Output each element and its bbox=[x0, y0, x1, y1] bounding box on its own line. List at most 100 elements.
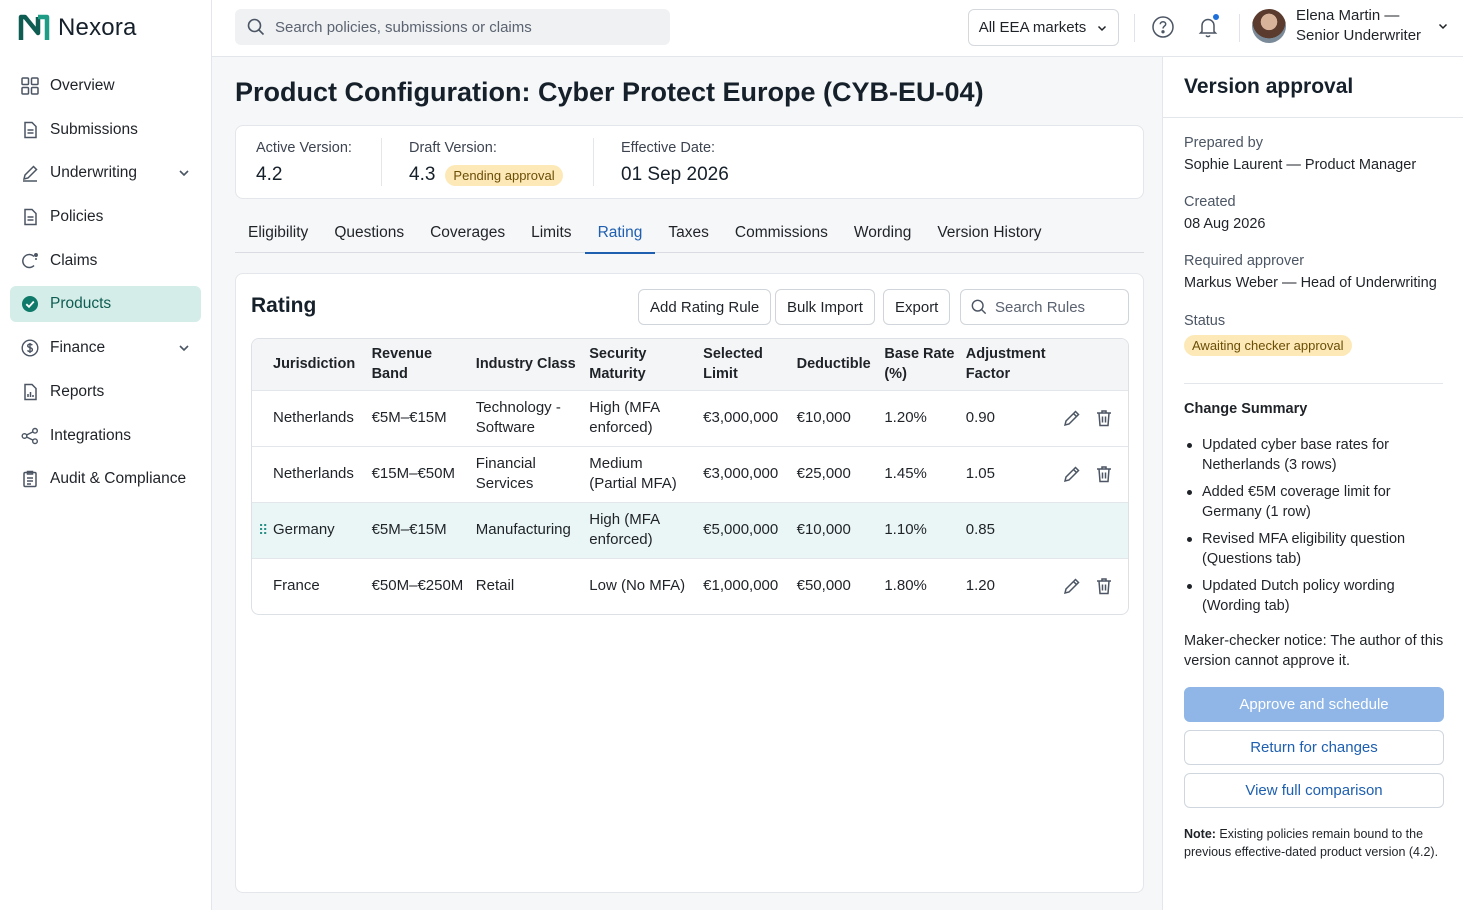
clipboard-icon bbox=[20, 469, 40, 489]
col-selected-limit[interactable]: Selected Limit bbox=[699, 339, 792, 390]
cell-industry-class: Retail bbox=[475, 577, 515, 595]
rating-title: Rating bbox=[251, 294, 317, 317]
tab-version-history[interactable]: Version History bbox=[924, 217, 1054, 253]
draft-version-label: Draft Version: bbox=[409, 140, 497, 156]
search-icon bbox=[971, 299, 987, 315]
table-row[interactable]: ⠿ Germany €5M–€15M Manufacturing High (M… bbox=[252, 502, 1128, 558]
table-row[interactable]: France €50M–€250M Retail Low (No MFA) €1… bbox=[252, 558, 1128, 614]
market-selector[interactable]: All EEA markets bbox=[968, 9, 1119, 46]
cell-deductible: €10,000 bbox=[796, 409, 851, 426]
sidebar-item-label: Policies bbox=[50, 208, 104, 226]
chevron-down-icon[interactable] bbox=[177, 341, 191, 355]
prepared-by: Prepared by Sophie Laurent — Product Man… bbox=[1184, 135, 1416, 173]
tab-commissions[interactable]: Commissions bbox=[722, 217, 841, 253]
col-deductible[interactable]: Deductible bbox=[793, 339, 881, 390]
sidebar-item-label: Audit & Compliance bbox=[50, 470, 187, 488]
tab-eligibility[interactable]: Eligibility bbox=[235, 217, 321, 253]
sidebar-item-underwriting[interactable]: Underwriting bbox=[10, 155, 201, 191]
user-info: Elena Martin — Senior Underwriter bbox=[1296, 6, 1421, 46]
tab-coverages[interactable]: Coverages bbox=[417, 217, 518, 253]
col-base-rate[interactable]: Base Rate (%) bbox=[880, 339, 961, 390]
sidebar-item-claims[interactable]: Claims bbox=[10, 243, 201, 279]
chevron-down-icon bbox=[1098, 25, 1107, 31]
search-rules-input[interactable] bbox=[995, 298, 1115, 316]
add-rating-rule-button[interactable]: Add Rating Rule bbox=[638, 289, 772, 325]
drag-handle-icon[interactable]: ⠿ bbox=[258, 520, 268, 540]
sidebar-item-label: Finance bbox=[50, 339, 106, 357]
note-label: Note: bbox=[1184, 827, 1216, 841]
status-badge: Awaiting checker approval bbox=[1184, 335, 1352, 356]
divider bbox=[1239, 14, 1240, 42]
edit-icon[interactable] bbox=[1062, 464, 1082, 484]
col-industry-class[interactable]: Industry Class bbox=[472, 339, 585, 390]
sidebar-item-policies[interactable]: Policies bbox=[10, 199, 201, 235]
edit-icon[interactable] bbox=[1062, 576, 1082, 596]
delete-icon[interactable] bbox=[1094, 576, 1114, 596]
delete-icon[interactable] bbox=[1094, 408, 1114, 428]
cell-selected-limit: €5,000,000 bbox=[703, 521, 779, 538]
col-adjustment-factor[interactable]: Adjustment Factor bbox=[962, 339, 1050, 390]
tab-limits[interactable]: Limits bbox=[518, 217, 584, 253]
table-row[interactable]: Netherlands €15M–€50M Financial Services … bbox=[252, 446, 1128, 502]
sidebar-nav: Overview Submissions Underwriting Polici… bbox=[0, 56, 211, 517]
cell-revenue-band: €15M–€50M bbox=[371, 465, 455, 482]
chevron-down-icon bbox=[1439, 23, 1448, 30]
rating-table: Jurisdiction Revenue Band Industry Class … bbox=[251, 338, 1129, 615]
help-icon[interactable] bbox=[1151, 15, 1175, 39]
row-actions bbox=[1050, 502, 1128, 558]
effective-date-value: 01 Sep 2026 bbox=[621, 164, 729, 185]
cell-revenue-band: €5M–€15M bbox=[371, 409, 447, 426]
global-search[interactable] bbox=[235, 9, 670, 45]
col-security-maturity[interactable]: Security Maturity bbox=[585, 339, 699, 390]
version-note: Note: Existing policies remain bound to … bbox=[1184, 825, 1449, 861]
prepared-by-value: Sophie Laurent — Product Manager bbox=[1184, 157, 1417, 173]
return-for-changes-button[interactable]: Return for changes bbox=[1184, 730, 1444, 765]
col-revenue-band[interactable]: Revenue Band bbox=[368, 339, 472, 390]
delete-icon[interactable] bbox=[1094, 464, 1114, 484]
approval-title: Version approval bbox=[1184, 75, 1354, 98]
list-item: Updated cyber base rates for Netherlands… bbox=[1184, 435, 1446, 475]
chevron-down-icon[interactable] bbox=[177, 166, 191, 180]
notifications-button[interactable] bbox=[1196, 13, 1220, 39]
user-menu[interactable]: Elena Martin — Senior Underwriter bbox=[1252, 6, 1449, 46]
sidebar-item-integrations[interactable]: Integrations bbox=[10, 418, 201, 454]
sidebar-item-label: Submissions bbox=[50, 120, 138, 138]
divider bbox=[381, 138, 382, 186]
prepared-by-label: Prepared by bbox=[1184, 135, 1263, 151]
document-icon bbox=[20, 207, 40, 227]
search-input[interactable] bbox=[275, 18, 655, 36]
tab-wording[interactable]: Wording bbox=[841, 217, 924, 253]
required-approver-value: Markus Weber — Head of Underwriting bbox=[1184, 275, 1437, 291]
brand[interactable]: Nexora bbox=[0, 0, 211, 56]
tab-questions[interactable]: Questions bbox=[321, 217, 417, 253]
sidebar-item-finance[interactable]: Finance bbox=[10, 330, 201, 366]
cell-jurisdiction: Netherlands bbox=[273, 409, 354, 426]
sidebar-item-reports[interactable]: Reports bbox=[10, 374, 201, 410]
page-title-prefix: Product Configuration: bbox=[235, 77, 531, 107]
created-value: 08 Aug 2026 bbox=[1184, 216, 1266, 232]
sidebar-item-audit-compliance[interactable]: Audit & Compliance bbox=[10, 461, 201, 497]
view-full-comparison-button[interactable]: View full comparison bbox=[1184, 773, 1444, 808]
bulk-import-button[interactable]: Bulk Import bbox=[775, 289, 875, 325]
table-row[interactable]: Netherlands €5M–€15M Technology - Softwar… bbox=[252, 390, 1128, 446]
tab-rating[interactable]: Rating bbox=[584, 217, 656, 254]
edit-icon[interactable] bbox=[1062, 408, 1082, 428]
active-version: Active Version: 4.2 bbox=[256, 140, 352, 186]
sidebar-item-products[interactable]: Products bbox=[10, 286, 201, 323]
claims-icon bbox=[20, 251, 40, 271]
col-actions bbox=[1050, 339, 1128, 390]
col-jurisdiction[interactable]: Jurisdiction bbox=[252, 339, 368, 390]
approve-and-schedule-button[interactable]: Approve and schedule bbox=[1184, 687, 1444, 722]
note-text: Existing policies remain bound to the pr… bbox=[1184, 827, 1439, 859]
cell-security-maturity: High (MFA enforced) bbox=[589, 511, 661, 548]
required-approver-label: Required approver bbox=[1184, 253, 1305, 269]
sidebar-item-overview[interactable]: Overview bbox=[10, 68, 201, 104]
export-button[interactable]: Export bbox=[883, 289, 951, 325]
cell-deductible: €25,000 bbox=[796, 465, 851, 482]
cell-adjustment-factor: 1.05 bbox=[965, 465, 995, 482]
tab-taxes[interactable]: Taxes bbox=[655, 217, 722, 253]
cell-jurisdiction: ⠿ Germany bbox=[258, 520, 335, 540]
avatar bbox=[1252, 9, 1286, 43]
sidebar-item-submissions[interactable]: Submissions bbox=[10, 112, 201, 148]
rule-search[interactable] bbox=[960, 289, 1129, 325]
